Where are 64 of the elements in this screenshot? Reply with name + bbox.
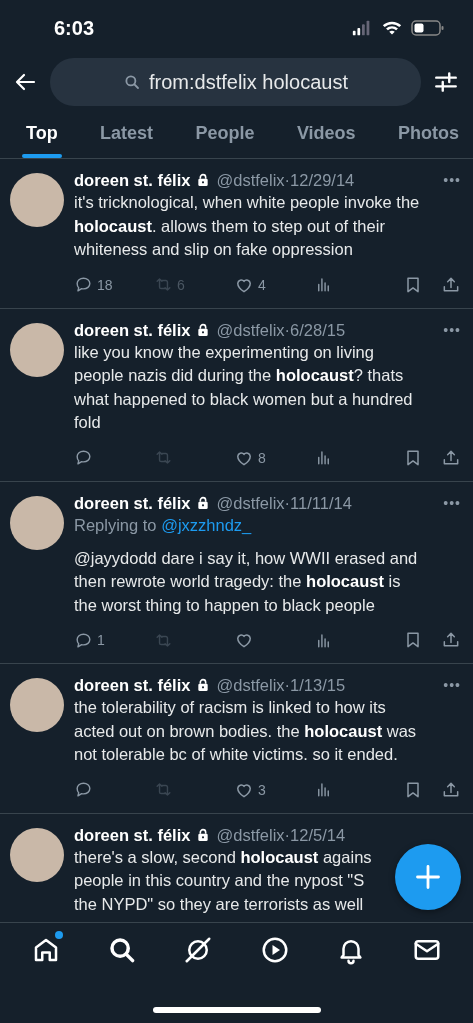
handle-and-date: @dstfelix·11/11/14 [216,492,352,514]
tweet-text-line: the worst thing to happen to black people [74,594,375,616]
handle-and-date: @dstfelix·1/13/15 [216,675,346,696]
avatar[interactable] [10,678,64,732]
tweet-text-line: there's a slow, second holocaust agains [74,846,372,868]
like-count: 8 [258,449,266,466]
mention-link[interactable]: @jxzzhndz_ [161,515,252,534]
tweet-text-line: fold [74,412,101,433]
more-button[interactable]: ••• [443,318,461,341]
reply-button[interactable]: 1 [74,630,154,650]
avatar[interactable] [10,173,64,227]
speech-bubble-icon [74,275,93,294]
handle-and-date: @dstfelix·6/28/15 [216,319,346,341]
author-name[interactable]: doreen st. félix [74,823,191,846]
share-icon [441,630,461,650]
retweet-icon [154,780,173,799]
author-name[interactable]: doreen st. félix [74,674,191,696]
tweet-text-line: people nazis did during the holocaust? thats [74,365,404,386]
tweet-text-line: not tolerable bc of white victims. so it ended. [74,744,398,765]
reply-count: 18 [97,276,113,293]
avatar[interactable] [10,827,64,882]
author-name[interactable]: doreen st. félix [74,318,191,341]
tweet-text-line: the NYPD" so they are terrorists as well [74,893,364,915]
search-tab[interactable]: People [195,108,255,158]
retweet-icon [154,448,173,467]
tweet-text-line: people in this country and the nypost "S [74,870,365,891]
author-name[interactable]: doreen st. félix [74,491,191,514]
like-button[interactable]: 8 [234,447,314,468]
search-field[interactable]: from:dstfelix holocaust [50,58,421,106]
handle-and-date: @dstfelix·12/5/14 [216,824,346,846]
avatar[interactable] [10,495,64,550]
search-tab[interactable]: Videos [296,108,356,158]
like-count: 4 [258,276,266,293]
author-name[interactable]: doreen st. félix [74,169,191,191]
more-button[interactable]: ••• [443,491,461,514]
search-tab[interactable]: Photos [397,108,459,158]
tweet-text-line: acted out on brown bodies. the holocaust was [74,720,417,742]
status-time: 6:03 [54,16,95,40]
reply-count: 1 [97,632,105,648]
tweet-text-line: like you know the experimenting on living [74,341,374,363]
speech-bubble-icon [74,780,93,799]
avatar[interactable] [10,322,64,377]
tweet-text-line: holocaust. allows them to step out of their [74,215,385,237]
search-tab[interactable]: Latest [100,108,154,158]
like-button[interactable]: 3 [234,779,314,800]
tweet-text-line: @jayydodd dare i say it, how WWII erased and [74,547,418,569]
retweet-icon [154,275,173,294]
more-button[interactable]: ••• [443,169,461,191]
tweet-text-line: what happened to black women but a hundred [74,388,413,410]
tweet-text-line: whiteness and slip on fake oppression [74,239,353,260]
filter-sliders-icon[interactable] [433,69,459,95]
tweet-text-line: then rewrote world tragedy: the holocaust is [74,571,401,592]
like-button[interactable]: 4 [234,274,314,295]
more-button[interactable]: ••• [443,674,461,696]
speech-bubble-icon [74,448,93,467]
tweet-text-line: it's tricknological, when white people invoke the [74,192,420,213]
like-count: 3 [258,781,266,798]
replying-label: Replying to [74,515,158,534]
tweet-text-line: the tolerability of racism is linked to how its [74,697,386,718]
reply-button[interactable]: 18 [74,275,154,294]
search-icon [123,73,141,91]
handle-and-date: @dstfelix·12/29/14 [216,170,355,191]
plus-icon [414,863,442,891]
speech-bubble-icon [74,630,93,650]
